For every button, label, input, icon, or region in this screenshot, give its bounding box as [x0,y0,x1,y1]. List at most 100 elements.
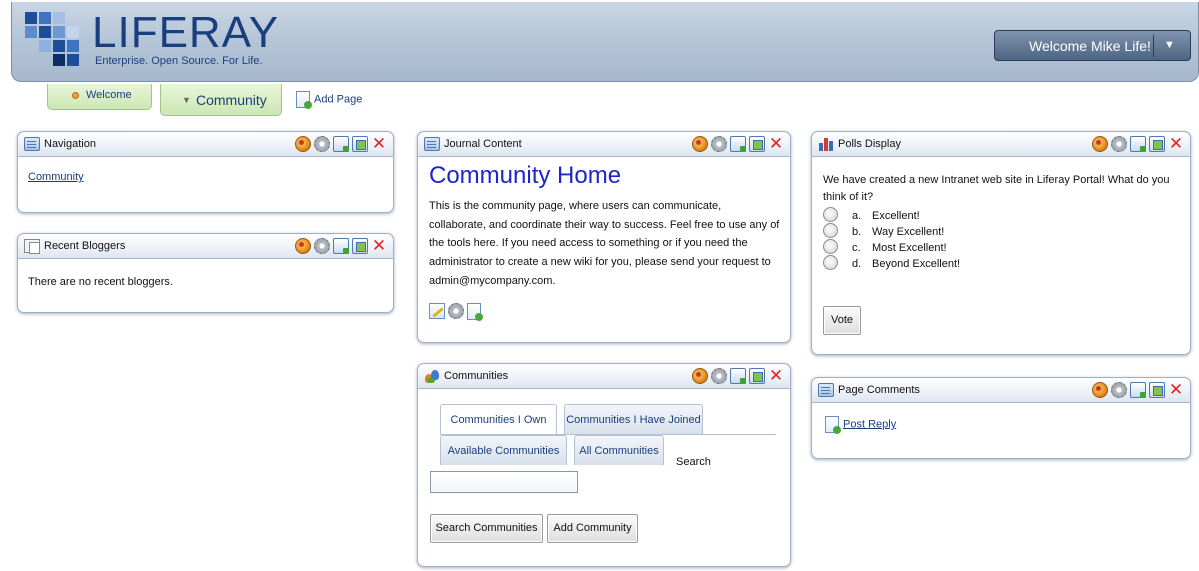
tab-communities-i-own[interactable]: Communities I Own [440,404,557,435]
search-communities-button[interactable]: Search Communities [430,514,543,543]
option-letter: b. [852,226,862,238]
radio-button[interactable] [823,207,838,222]
configuration-icon[interactable] [314,136,330,152]
look-and-feel-icon[interactable] [1092,136,1108,152]
portlet-title-bar[interactable]: Navigation ✕ [18,132,393,157]
portlet-body: Community [28,169,383,187]
portlet-title: Journal Content [444,138,522,150]
portlet-body: Community Home This is the community pag… [429,162,780,290]
portlet-controls: ✕ [1092,381,1184,399]
recent-bloggers-portlet: Recent Bloggers ✕ There are no recent bl… [17,233,394,313]
option-text: Beyond Excellent! [872,258,961,270]
option-text: Way Excellent! [872,226,945,238]
maximize-icon[interactable] [749,136,765,152]
configuration-icon[interactable] [711,368,727,384]
minimize-icon[interactable] [333,238,349,254]
portlet-title: Navigation [44,138,96,150]
maximize-icon[interactable] [749,368,765,384]
portlet-title-bar[interactable]: Recent Bloggers ✕ [18,234,393,259]
maximize-icon[interactable] [1149,136,1165,152]
radio-button[interactable] [823,255,838,270]
option-text: Most Excellent! [872,242,947,254]
radio-button[interactable] [823,239,838,254]
header-bar: LIFERAY Enterprise. Open Source. For Lif… [11,2,1199,82]
post-reply-link[interactable]: Post Reply [843,418,896,430]
minimize-icon[interactable] [730,136,746,152]
configuration-icon[interactable] [711,136,727,152]
page-comments-portlet: Page Comments ✕ Post Reply [811,377,1191,459]
configuration-icon[interactable] [1111,136,1127,152]
add-page-label: Add Page [314,93,363,106]
vote-button[interactable]: Vote [823,306,861,335]
minimize-icon[interactable] [333,136,349,152]
pages-icon [24,239,40,254]
portlet-controls: ✕ [295,135,387,153]
portlet-controls: ✕ [692,367,784,385]
portlet-title: Page Comments [838,384,920,396]
add-community-button[interactable]: Add Community [547,514,638,543]
bullet-icon [72,92,79,99]
tab-community-label: Community [196,92,267,108]
option-letter: d. [852,258,862,270]
add-page-link[interactable]: Add Page [296,91,363,109]
look-and-feel-icon[interactable] [692,136,708,152]
portlet-title-bar[interactable]: Page Comments ✕ [812,378,1190,403]
configuration-icon[interactable] [1111,382,1127,398]
empty-message: There are no recent bloggers. [28,276,173,288]
user-menu-button[interactable]: Welcome Mike Life! ▼ [994,30,1191,61]
portlet-body: We have created a new Intranet web site … [823,172,1180,347]
close-icon[interactable]: ✕ [1168,381,1184,398]
look-and-feel-icon[interactable] [295,136,311,152]
portlet-title-bar[interactable]: Journal Content ✕ [418,132,790,157]
option-letter: c. [852,242,861,254]
journal-content-portlet: Journal Content ✕ Community Home This is… [417,131,791,343]
nav-link-community[interactable]: Community [28,171,84,183]
portlet-controls: ✕ [692,135,784,153]
portlet-body: Post Reply [825,416,1180,434]
poll-question: We have created a new Intranet web site … [823,174,1170,203]
tab-available-communities[interactable]: Available Communities [440,435,567,465]
logo-tagline: Enterprise. Open Source. For Life. [95,55,263,67]
radio-button[interactable] [823,223,838,238]
tab-all-communities[interactable]: All Communities [574,435,664,465]
configuration-icon[interactable] [314,238,330,254]
tab-welcome[interactable]: Welcome [47,84,152,110]
navigation-portlet: Navigation ✕ Community [17,131,394,213]
portlet-title: Polls Display [838,138,901,150]
liferay-logo-icon [25,12,85,66]
portlet-title: Recent Bloggers [44,240,126,252]
add-article-icon[interactable] [467,303,483,321]
polls-display-portlet: Polls Display ✕ We have created a new In… [811,131,1191,355]
edit-article-icon[interactable] [429,303,445,319]
minimize-icon[interactable] [730,368,746,384]
select-article-icon[interactable] [448,303,464,319]
portlet-title-bar[interactable]: Polls Display ✕ [812,132,1190,157]
tab-community[interactable]: ▼ Community [160,84,282,116]
look-and-feel-icon[interactable] [295,238,311,254]
poll-chart-icon [818,137,834,151]
close-icon[interactable]: ✕ [1168,135,1184,152]
maximize-icon[interactable] [1149,382,1165,398]
close-icon[interactable]: ✕ [768,135,784,152]
post-reply-icon[interactable] [825,416,841,434]
minimize-icon[interactable] [1130,382,1146,398]
add-page-icon [296,91,312,109]
maximize-icon[interactable] [352,136,368,152]
communities-portlet: Communities ✕ Communities I Own Communit… [417,363,791,567]
minimize-icon[interactable] [1130,136,1146,152]
search-label: Search [676,456,711,468]
portlet-title: Communities [444,370,509,382]
article-tools [429,303,483,321]
communities-icon [424,369,440,383]
close-icon[interactable]: ✕ [768,367,784,384]
look-and-feel-icon[interactable] [1092,382,1108,398]
close-icon[interactable]: ✕ [371,135,387,152]
caret-down-icon[interactable]: ▼ [1164,39,1175,51]
search-input[interactable] [430,471,578,493]
close-icon[interactable]: ✕ [371,237,387,254]
tab-communities-i-have-joined[interactable]: Communities I Have Joined [564,404,703,435]
chevron-down-icon[interactable]: ▼ [182,95,191,105]
portlet-title-bar[interactable]: Communities ✕ [418,364,790,389]
look-and-feel-icon[interactable] [692,368,708,384]
maximize-icon[interactable] [352,238,368,254]
